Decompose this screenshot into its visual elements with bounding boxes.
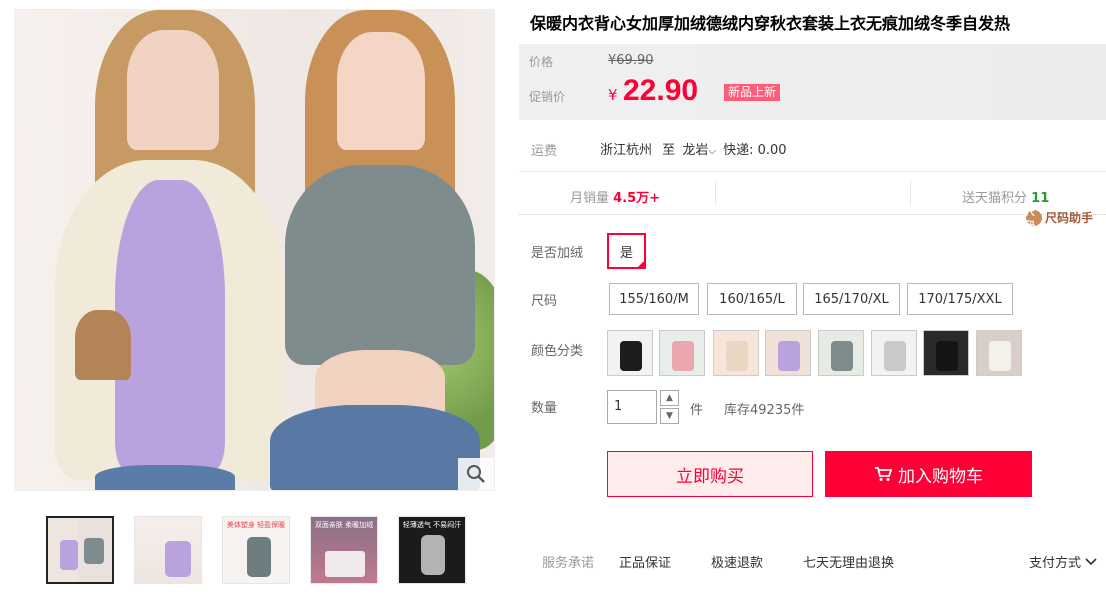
shipping-to: 至 bbox=[662, 143, 676, 158]
shipping-row: 运费 浙江杭州 至 龙岩⌵ 快递: 0.00 bbox=[519, 122, 1106, 172]
service-item[interactable]: 极速退款 bbox=[711, 552, 763, 571]
destination-selector[interactable]: 龙岩⌵ bbox=[682, 143, 716, 158]
option-text: 160/165/L bbox=[719, 291, 785, 307]
chevron-down-icon bbox=[1085, 557, 1097, 565]
promo-price-symbol: ¥ bbox=[608, 86, 618, 104]
buy-now-button[interactable]: 立即购买 bbox=[607, 451, 813, 497]
points-label: 送天猫积分 bbox=[962, 191, 1028, 206]
size-option[interactable]: 160/165/L bbox=[707, 283, 797, 315]
thumbnail-caption: 美体塑身 轻盈保暖 bbox=[226, 521, 286, 529]
original-price: ¥69.90 bbox=[608, 53, 654, 68]
thumbnail-2[interactable] bbox=[134, 516, 202, 584]
buy-now-label: 立即购买 bbox=[676, 466, 744, 487]
price-panel: 价格 ¥69.90 促销价 ¥ 22.90 新品上新 bbox=[519, 44, 1106, 120]
model-1-jeans bbox=[95, 465, 235, 490]
tmall-points: 送天猫积分 11 bbox=[962, 187, 1049, 206]
model-2-gray-vest bbox=[285, 165, 475, 365]
shipping-fee: 0.00 bbox=[757, 143, 787, 158]
service-item[interactable]: 正品保证 bbox=[619, 552, 671, 571]
size-option[interactable]: 170/175/XXL bbox=[907, 283, 1013, 315]
swatch-garment bbox=[936, 341, 958, 371]
swatch-garment bbox=[989, 341, 1011, 371]
shipping-origin: 浙江杭州 bbox=[600, 143, 653, 158]
original-price-value: 69.90 bbox=[616, 53, 654, 68]
fleece-label: 是否加绒 bbox=[531, 246, 584, 261]
option-text: 是 bbox=[619, 245, 633, 261]
chevron-up-icon: ▲ bbox=[666, 393, 673, 403]
chevron-down-icon: ▼ bbox=[666, 411, 673, 421]
service-item[interactable]: 七天无理由退换 bbox=[803, 552, 894, 571]
color-swatch-black-vest[interactable] bbox=[607, 330, 653, 376]
magnifier-icon bbox=[467, 465, 485, 483]
color-swatch-black-vest-2[interactable] bbox=[923, 330, 969, 376]
model-2-jeans bbox=[270, 405, 480, 490]
price-label: 价格 bbox=[529, 55, 554, 69]
color-swatch-white-vest[interactable] bbox=[976, 330, 1022, 376]
color-swatch-gray-vest[interactable] bbox=[818, 330, 864, 376]
thumbnail-list: 美体塑身 轻盈保暖 双面亲肤 柔暖加绒 轻薄透气 不易闷汗 bbox=[46, 516, 466, 584]
quantity-increase-button[interactable]: ▲ bbox=[660, 390, 679, 406]
swatch-garment bbox=[831, 341, 853, 371]
color-swatch-light-gray-vest[interactable] bbox=[871, 330, 917, 376]
add-to-cart-label: 加入购物车 bbox=[898, 466, 983, 487]
thumbnail-1[interactable] bbox=[46, 516, 114, 584]
cart-icon bbox=[875, 467, 892, 481]
stock-count: 库存49235件 bbox=[724, 403, 805, 418]
divider bbox=[910, 181, 911, 205]
quantity-unit: 件 bbox=[690, 403, 704, 418]
chevron-down-icon: ⌵ bbox=[708, 146, 716, 157]
zoom-button[interactable] bbox=[458, 458, 494, 490]
color-swatch-purple-vest[interactable] bbox=[765, 330, 811, 376]
product-title: 保暖内衣背心女加厚加绒德绒内穿秋衣套装上衣无痕加绒冬季自发热 bbox=[530, 14, 1011, 33]
quantity-label: 数量 bbox=[531, 401, 558, 416]
promo-price: 22.90 bbox=[623, 74, 699, 107]
option-text: 170/175/XXL bbox=[918, 291, 1002, 307]
color-swatch-beige-vest[interactable] bbox=[713, 330, 759, 376]
payment-label: 支付方式 bbox=[1029, 556, 1082, 571]
size-option[interactable]: 165/170/XL bbox=[803, 283, 900, 315]
thumbnail-3[interactable]: 美体塑身 轻盈保暖 bbox=[222, 516, 290, 584]
option-text: 155/160/M bbox=[619, 291, 689, 307]
swatch-garment bbox=[778, 341, 800, 371]
model-2-face bbox=[337, 32, 425, 150]
model-1-face bbox=[127, 30, 219, 150]
thumbnail-caption: 双面亲肤 柔暖加绒 bbox=[314, 521, 374, 529]
fleece-option-yes[interactable]: 是 bbox=[607, 233, 646, 269]
stats-row: 月销量 4.5万+ 送天猫积分 11 bbox=[519, 173, 1106, 215]
thumbnail-5[interactable]: 轻薄透气 不易闷汗 bbox=[398, 516, 466, 584]
option-text: 165/170/XL bbox=[814, 291, 889, 307]
promo-price-label: 促销价 bbox=[529, 90, 566, 104]
divider bbox=[715, 181, 716, 205]
payment-methods-dropdown[interactable]: 支付方式 bbox=[1029, 552, 1097, 571]
main-product-image[interactable] bbox=[14, 9, 495, 491]
ruler-icon: 尺码 bbox=[1026, 208, 1042, 231]
thumbnail-4[interactable]: 双面亲肤 柔暖加绒 bbox=[310, 516, 378, 584]
monthly-sales: 月销量 4.5万+ bbox=[570, 187, 660, 206]
quantity-input[interactable]: 1 bbox=[607, 390, 657, 424]
shipping-label: 运费 bbox=[531, 144, 558, 159]
add-to-cart-button[interactable]: 加入购物车 bbox=[825, 451, 1032, 497]
service-label: 服务承诺 bbox=[542, 556, 595, 571]
color-label: 颜色分类 bbox=[531, 344, 584, 359]
size-helper-button[interactable]: 尺码 尺码助手 bbox=[1026, 208, 1094, 231]
swatch-garment bbox=[672, 341, 694, 371]
thumbnail-caption: 轻薄透气 不易闷汗 bbox=[402, 521, 462, 529]
monthly-sales-label: 月销量 bbox=[570, 191, 610, 206]
shipping-destination: 龙岩 bbox=[682, 143, 709, 158]
quantity-decrease-button[interactable]: ▼ bbox=[660, 408, 679, 424]
product-page: 美体塑身 轻盈保暖 双面亲肤 柔暖加绒 轻薄透气 不易闷汗 保暖内衣背心女加厚加… bbox=[0, 0, 1106, 601]
model-1-cuff bbox=[75, 310, 131, 380]
size-option[interactable]: 155/160/M bbox=[609, 283, 699, 315]
shipping-info: 浙江杭州 至 龙岩⌵ 快递: 0.00 bbox=[600, 139, 787, 158]
swatch-garment bbox=[884, 341, 906, 371]
shipping-method: 快递: bbox=[723, 143, 754, 158]
monthly-sales-value: 4.5万+ bbox=[613, 191, 661, 206]
size-label: 尺码 bbox=[531, 294, 558, 309]
model-1-purple-vest bbox=[115, 180, 225, 470]
new-arrival-badge: 新品上新 bbox=[724, 84, 781, 101]
color-swatch-pink-vest[interactable] bbox=[659, 330, 705, 376]
size-helper-label: 尺码助手 bbox=[1045, 211, 1094, 225]
swatch-garment bbox=[620, 341, 642, 371]
swatch-garment bbox=[726, 341, 748, 371]
